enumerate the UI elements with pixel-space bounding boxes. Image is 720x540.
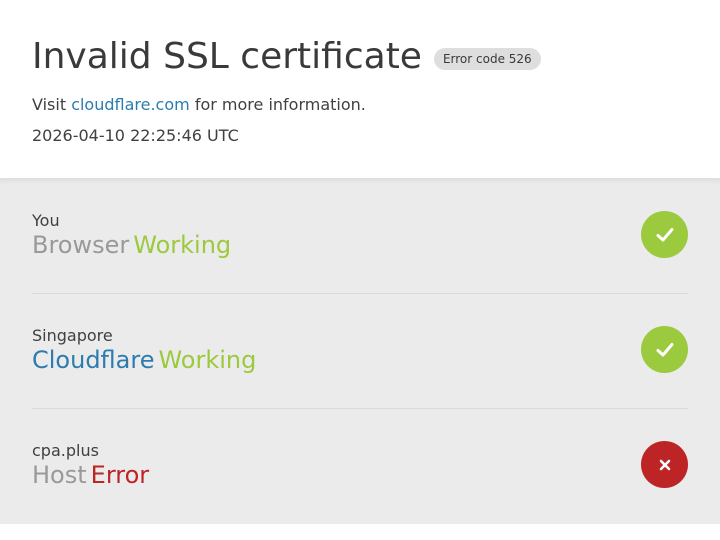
visit-suffix: for more information.: [194, 95, 366, 114]
status-state: Error: [90, 461, 150, 489]
timestamp: 2026-04-10 22:25:46 UTC: [32, 126, 239, 145]
cross-icon: [641, 441, 688, 488]
status-location: cpa.plus: [32, 441, 99, 460]
check-icon: [641, 211, 688, 258]
page-bottom: [0, 524, 720, 540]
visit-prefix: Visit: [32, 95, 67, 114]
status-state: Working: [158, 346, 257, 374]
page-title: Invalid SSL certificate: [32, 36, 422, 77]
status-row-host: cpa.plus Host Error: [32, 409, 688, 524]
status-name-line: Cloudflare Working: [32, 345, 256, 375]
more-info-text: Visit cloudflare.com for more informatio…: [32, 95, 366, 115]
status-location: You: [32, 211, 60, 230]
status-name-line: Browser Working: [32, 230, 231, 260]
status-name-line: Host Error: [32, 460, 149, 490]
status-name: Host: [32, 461, 87, 489]
status-panel: You Browser Working Singapore Cloudflare W…: [0, 178, 720, 524]
status-name: Browser: [32, 231, 130, 259]
error-header: Invalid SSL certificate Error code 526 V…: [0, 0, 720, 178]
title-row: Invalid SSL certificate Error code 526: [32, 34, 541, 80]
status-state: Working: [133, 231, 232, 259]
status-row-browser: You Browser Working: [32, 179, 688, 294]
cloudflare-link[interactable]: cloudflare.com: [71, 95, 190, 114]
status-name: Cloudflare: [32, 346, 155, 374]
status-row-cloudflare: Singapore Cloudflare Working: [32, 294, 688, 409]
error-code-badge: Error code 526: [433, 48, 541, 70]
check-icon: [641, 326, 688, 373]
status-location: Singapore: [32, 326, 113, 345]
